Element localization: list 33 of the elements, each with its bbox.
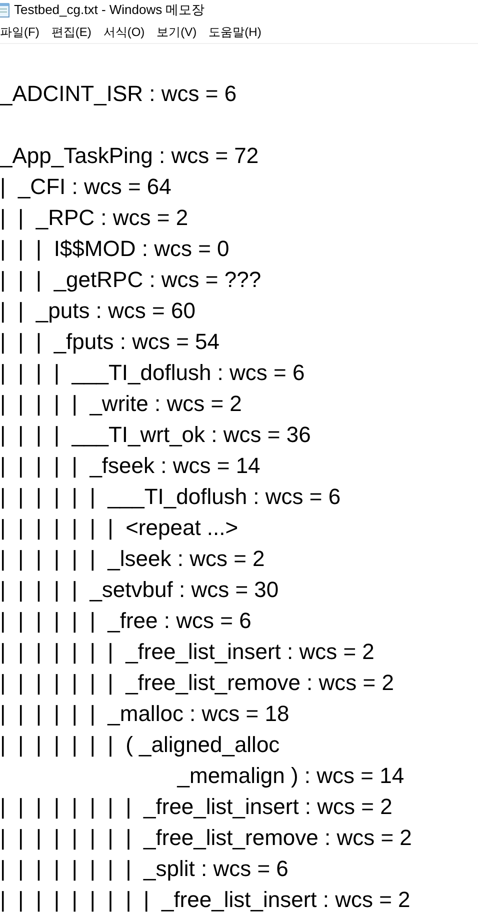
text-line: | | | | | | ___TI_doflush : wcs = 6 <box>0 483 341 511</box>
text-line: | | | | | _write : wcs = 2 <box>0 390 242 418</box>
text-line: | | | | | | _free : wcs = 6 <box>0 607 252 635</box>
text-line: | | | | | | | | _split : wcs = 6 <box>0 855 288 883</box>
notepad-icon <box>0 2 10 18</box>
text-line: | | | | | | | | _free_list_insert : wcs = 2 <box>0 793 392 821</box>
text-line: | | | | ___TI_doflush : wcs = 6 <box>0 359 305 387</box>
text-line: | | | | | _fseek : wcs = 14 <box>0 452 260 480</box>
text-line: | | _RPC : wcs = 2 <box>0 204 188 232</box>
text-line: | | | | | | | | _free_list_remove : wcs = 2 <box>0 824 412 852</box>
text-line: | _CFI : wcs = 64 <box>0 173 172 201</box>
menu-item[interactable]: 파일(F) <box>0 22 46 40</box>
text-line: | | | | | | | _free_list_remove : wcs = 2 <box>0 669 394 697</box>
text-line: | | | _getRPC : wcs = ??? <box>0 266 262 294</box>
text-line: | | | _fputs : wcs = 54 <box>0 328 220 356</box>
text-line: | | | | | | | <repeat ...> <box>0 514 238 542</box>
text-line: _memalign ) : wcs = 14 <box>176 762 404 790</box>
menu-item[interactable]: 도움말(H) <box>202 22 268 40</box>
text-line: | | _puts : wcs = 60 <box>0 297 196 325</box>
text-line: | | | I$$MOD : wcs = 0 <box>0 235 230 263</box>
text-line: | | | | | | _malloc : wcs = 18 <box>0 700 290 728</box>
text-line: | | | | | _setvbuf : wcs = 30 <box>0 576 279 604</box>
text-line: | | | | | | | ( _aligned_alloc <box>0 731 280 759</box>
text-line: | | | | | | | _free_list_insert : wcs = 2 <box>0 638 374 666</box>
text-line: _ADCINT_ISR : wcs = 6 <box>0 80 237 108</box>
window-title: Testbed_cg.txt - Windows 메모장 <box>14 1 205 20</box>
text-line: | | | | | | | | | _free_list_insert : wcs = 2 <box>0 886 410 914</box>
menu-item[interactable]: 서식(O) <box>97 22 151 40</box>
text-line: _App_TaskPing : wcs = 72 <box>0 142 259 170</box>
menu-item[interactable]: 보기(V) <box>150 22 203 40</box>
menu-item[interactable]: 편집(E) <box>45 22 98 40</box>
text-line: | | | | | | _lseek : wcs = 2 <box>0 545 265 573</box>
text-line: | | | | ___TI_wrt_ok : wcs = 36 <box>0 421 311 449</box>
